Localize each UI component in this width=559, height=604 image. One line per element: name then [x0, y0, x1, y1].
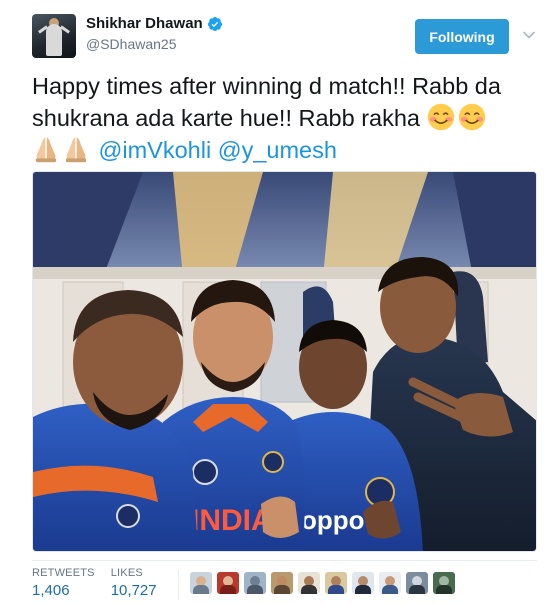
- likes-stat[interactable]: LIKES 10,727: [111, 567, 157, 601]
- mention-link-y-umesh[interactable]: @y_umesh: [218, 137, 337, 163]
- retweets-count[interactable]: 1,406: [32, 582, 95, 599]
- tweet-text-line-3: @imVkohli @y_umesh: [32, 134, 542, 166]
- likers-avatars: [190, 572, 455, 594]
- likes-count[interactable]: 10,727: [111, 582, 157, 599]
- shirt-text: INDIA: [191, 504, 273, 537]
- verified-badge-icon: [207, 16, 222, 31]
- display-name-text[interactable]: Shikhar Dhawan: [86, 15, 203, 32]
- folded-hands-emoji-icon: [65, 137, 87, 163]
- user-handle[interactable]: @SDhawan25: [86, 36, 223, 52]
- liker-avatar[interactable]: [379, 572, 401, 594]
- chevron-down-icon[interactable]: [522, 28, 536, 42]
- retweets-label: RETWEETS: [32, 567, 95, 579]
- tweet-photo[interactable]: oppo INDIA: [32, 171, 537, 552]
- user-names: Shikhar Dhawan @SDhawan25: [86, 15, 223, 52]
- display-name[interactable]: Shikhar Dhawan: [86, 15, 223, 32]
- tweet-text-line-1: Happy times after winning d match!! Rabb…: [32, 73, 501, 99]
- tweet-stats: RETWEETS 1,406 LIKES 10,727: [32, 567, 173, 601]
- liker-avatar[interactable]: [298, 572, 320, 594]
- avatar[interactable]: [32, 14, 76, 58]
- mention-link-imvkohli[interactable]: @imVkohli: [99, 137, 212, 163]
- following-button[interactable]: Following: [415, 19, 509, 54]
- sponsor-text: oppo: [301, 505, 365, 535]
- retweets-stat[interactable]: RETWEETS 1,406: [32, 567, 95, 601]
- smiling-face-emoji-icon: [458, 103, 485, 131]
- stats-divider: [32, 560, 537, 561]
- liker-avatar[interactable]: [433, 572, 455, 594]
- tweet-text: Happy times after winning d match!! Rabb…: [32, 70, 542, 166]
- stats-separator: [178, 570, 179, 600]
- liker-avatar[interactable]: [406, 572, 428, 594]
- tweet-text-line-2: shukrana ada karte hue!! Rabb rakha: [32, 102, 542, 134]
- liker-avatar[interactable]: [352, 572, 374, 594]
- liker-avatar[interactable]: [190, 572, 212, 594]
- liker-avatar[interactable]: [244, 572, 266, 594]
- photo-illustration: oppo INDIA: [33, 172, 536, 551]
- folded-hands-emoji-icon: [35, 137, 57, 163]
- liker-avatar[interactable]: [217, 572, 239, 594]
- liker-avatar[interactable]: [325, 572, 347, 594]
- tweet-header: Shikhar Dhawan @SDhawan25 Following: [32, 14, 542, 60]
- smiling-face-emoji-icon: [427, 103, 454, 131]
- tweet-text-line-2-text: shukrana ada karte hue!! Rabb rakha: [32, 105, 421, 131]
- likes-label: LIKES: [110, 567, 143, 579]
- liker-avatar[interactable]: [271, 572, 293, 594]
